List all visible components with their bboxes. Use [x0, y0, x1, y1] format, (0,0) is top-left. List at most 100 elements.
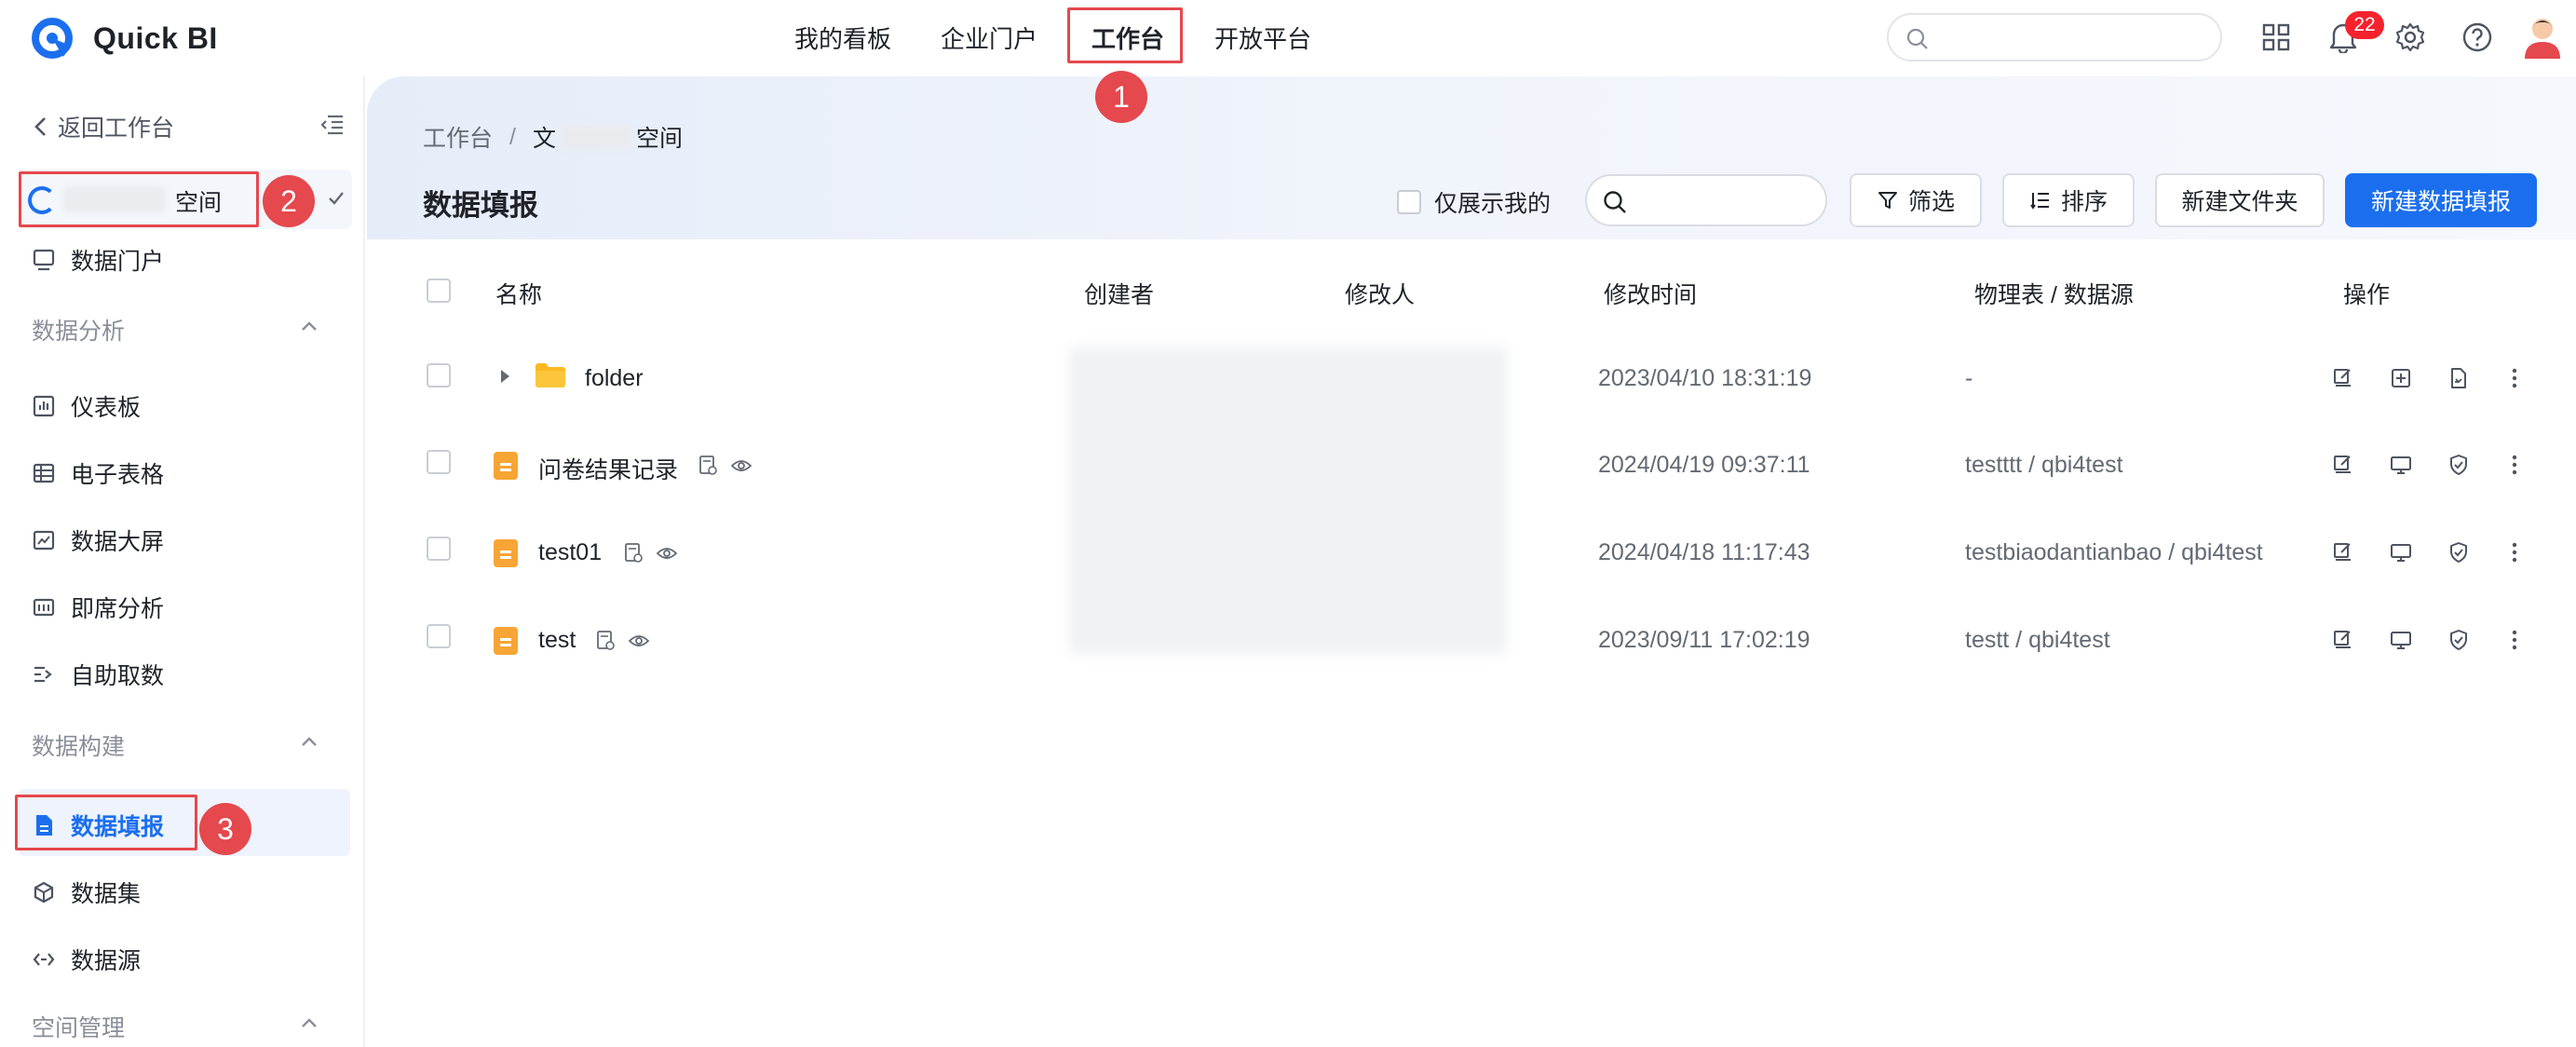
column-header-modifier[interactable]: 修改人 — [1345, 277, 1415, 310]
big-screen-icon — [33, 530, 55, 551]
list-search-input[interactable] — [1585, 174, 1827, 226]
table-settings-icon[interactable] — [596, 630, 617, 652]
row-name[interactable]: 问卷结果记录 — [538, 452, 678, 485]
sidebar-item-label: 仪表板 — [71, 395, 142, 421]
breadcrumb-separator: / — [509, 123, 516, 150]
sidebar-item-label: 数据门户 — [71, 249, 165, 275]
more-icon[interactable] — [2501, 627, 2528, 653]
more-icon[interactable] — [2501, 365, 2528, 391]
sidebar-item-label: 即席分析 — [71, 596, 165, 622]
more-icon[interactable] — [2501, 539, 2528, 565]
sidebar-item-self-service-fetch[interactable]: 自助取数 — [32, 658, 164, 691]
row-checkbox[interactable] — [427, 450, 451, 474]
chevron-up-icon[interactable] — [298, 1013, 320, 1034]
edit-icon[interactable] — [2330, 365, 2356, 391]
search-icon — [1604, 191, 1626, 213]
chevron-up-icon[interactable] — [298, 732, 320, 753]
caret-right-icon[interactable] — [497, 367, 512, 386]
row-source: testttt / qbi4test — [1965, 452, 2123, 478]
row-name[interactable]: test — [538, 627, 576, 654]
sidebar-item-adhoc-analysis[interactable]: 即席分析 — [32, 591, 164, 624]
shield-check-icon[interactable] — [2446, 539, 2472, 565]
main-content: 工作台 / 文 空间 数据填报 仅展示我的 筛选 排序 新建文件夹 新建数据填报… — [367, 76, 2576, 1047]
new-data-entry-button[interactable]: 新建数据填报 — [2345, 173, 2537, 227]
column-header-source[interactable]: 物理表 / 数据源 — [1974, 277, 2134, 310]
group-title-data-analysis[interactable]: 数据分析 — [32, 313, 125, 347]
export-file-icon[interactable] — [2446, 365, 2472, 391]
folder-icon — [536, 363, 565, 388]
sidebar-item-dashboard[interactable]: 仪表板 — [32, 389, 141, 423]
edit-icon[interactable] — [2330, 627, 2356, 653]
table-settings-icon[interactable] — [624, 542, 644, 564]
more-icon[interactable] — [2501, 452, 2528, 478]
sidebar-item-datasource[interactable]: 数据源 — [32, 943, 141, 976]
filter-button[interactable]: 筛选 — [1850, 173, 1982, 227]
dashboard-icon — [33, 395, 55, 417]
back-to-workbench-link[interactable]: 返回工作台 — [32, 110, 174, 143]
breadcrumb-root[interactable]: 工作台 — [423, 120, 493, 154]
user-avatar[interactable] — [2520, 13, 2565, 60]
breadcrumb: 工作台 / 文 空间 — [423, 120, 683, 154]
row-name[interactable]: folder — [585, 365, 644, 392]
check-icon — [329, 192, 344, 205]
gear-icon[interactable] — [2392, 19, 2429, 56]
top-nav-enterprise-portal[interactable]: 企业门户 — [941, 20, 1037, 55]
help-circle-icon[interactable] — [2459, 19, 2496, 56]
table-settings-icon[interactable] — [698, 455, 719, 477]
new-folder-button[interactable]: 新建文件夹 — [2155, 173, 2325, 227]
breadcrumb-current-prefix: 文 — [532, 126, 556, 152]
form-doc-icon — [494, 452, 518, 480]
column-header-creator[interactable]: 创建者 — [1084, 277, 1154, 310]
only-mine-label: 仅展示我的 — [1434, 191, 1552, 217]
eye-icon[interactable] — [628, 632, 650, 650]
row-checkbox[interactable] — [427, 363, 451, 388]
monitor-icon[interactable] — [2388, 539, 2414, 565]
annotation-box-workbench — [1067, 7, 1183, 63]
row-modified-time: 2023/04/10 18:31:19 — [1598, 365, 1812, 391]
annotation-marker-1: 1 — [1095, 71, 1147, 123]
row-checkbox[interactable] — [427, 624, 451, 648]
adhoc-analysis-icon — [33, 598, 55, 617]
apps-grid-icon[interactable] — [2257, 19, 2295, 56]
column-header-name[interactable]: 名称 — [495, 277, 542, 310]
datasource-icon — [33, 953, 55, 966]
shield-check-icon[interactable] — [2446, 452, 2472, 478]
group-title-space-management[interactable]: 空间管理 — [32, 1010, 125, 1043]
group-title-data-build[interactable]: 数据构建 — [32, 728, 125, 762]
search-icon — [1906, 28, 1928, 49]
monitor-icon[interactable] — [2388, 452, 2414, 478]
shield-check-icon[interactable] — [2446, 627, 2472, 653]
add-box-icon[interactable] — [2388, 365, 2414, 391]
page-title: 数据填报 — [423, 189, 538, 222]
row-checkbox[interactable] — [427, 537, 451, 561]
sidebar-item-big-screen[interactable]: 数据大屏 — [32, 524, 164, 557]
top-nav-my-boards[interactable]: 我的看板 — [794, 20, 891, 55]
edit-icon[interactable] — [2330, 452, 2356, 478]
row-source: testt / qbi4test — [1965, 627, 2110, 653]
row-name[interactable]: test01 — [538, 539, 602, 566]
sort-button[interactable]: 排序 — [2002, 173, 2135, 227]
row-modified-time: 2023/09/11 17:02:19 — [1598, 627, 1810, 653]
column-header-modified-time[interactable]: 修改时间 — [1604, 277, 1697, 310]
top-nav-open-platform[interactable]: 开放平台 — [1214, 20, 1311, 55]
checkbox-box[interactable] — [1397, 190, 1421, 214]
chevron-up-icon[interactable] — [298, 317, 320, 337]
sidebar-item-dataset[interactable]: 数据集 — [32, 876, 141, 909]
column-header-actions: 操作 — [2343, 282, 2391, 308]
collapse-sidebar-icon[interactable] — [320, 114, 345, 141]
global-search-input[interactable] — [1887, 13, 2222, 61]
sidebar-item-label: 电子表格 — [71, 462, 165, 488]
row-modified-time: 2024/04/19 09:37:11 — [1598, 452, 1810, 478]
eye-icon[interactable] — [656, 544, 678, 563]
row-source: testbiaodantianbao / qbi4test — [1965, 539, 2263, 565]
eye-icon[interactable] — [730, 456, 752, 475]
sort-label: 排序 — [2060, 189, 2108, 215]
monitor-icon[interactable] — [2388, 627, 2414, 653]
annotation-marker-2: 2 — [263, 175, 315, 227]
edit-icon[interactable] — [2330, 539, 2356, 565]
sidebar-item-data-portal[interactable]: 数据门户 — [32, 243, 164, 277]
only-mine-checkbox[interactable]: 仅展示我的 — [1397, 185, 1551, 219]
annotation-box-space-selector — [19, 171, 259, 227]
sidebar-item-spreadsheet[interactable]: 电子表格 — [32, 456, 164, 490]
select-all-checkbox[interactable] — [427, 279, 451, 303]
